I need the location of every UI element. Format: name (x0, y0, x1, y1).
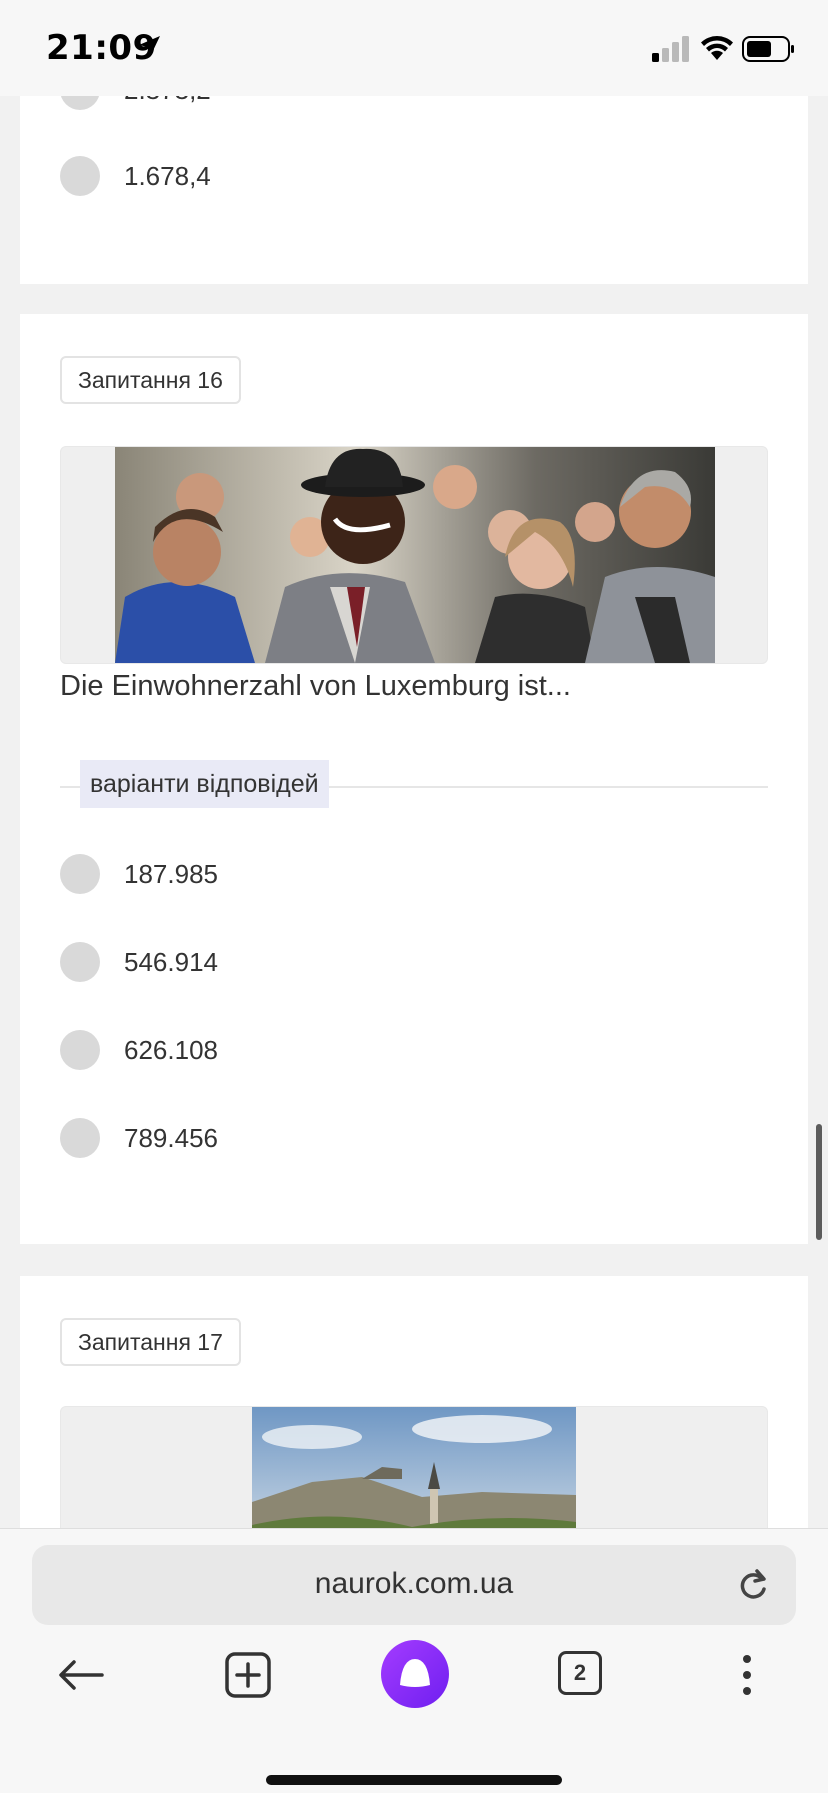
question-number-badge: Запитання 17 (60, 1318, 241, 1366)
alice-assistant-icon[interactable] (380, 1639, 450, 1709)
address-bar[interactable]: naurok.com.ua (32, 1545, 796, 1625)
page-scrollbar[interactable] (816, 1124, 822, 1240)
home-indicator[interactable] (266, 1775, 562, 1785)
answer-option-label: 626.108 (124, 1034, 218, 1065)
answer-option-label: 1.678,4 (124, 160, 211, 191)
radio-button[interactable] (60, 1118, 100, 1158)
answer-option-label: 546.914 (124, 946, 218, 977)
answer-option[interactable]: 789.456 (60, 1118, 218, 1158)
location-arrow-icon (139, 36, 160, 57)
variants-label: варіанти відповідей (80, 760, 329, 808)
reload-icon[interactable] (736, 1567, 770, 1603)
tabs-button[interactable]: 2 (558, 1651, 602, 1695)
question-card-16: Запитання 16 Die Einwohnerzahl von Luxem… (20, 314, 808, 1244)
question-image-frame[interactable] (60, 446, 768, 664)
radio-button[interactable] (60, 1030, 100, 1070)
radio-button[interactable] (60, 942, 100, 982)
answer-option[interactable]: 1.678,4 (60, 156, 211, 196)
question-card-17: Запитання 17 (20, 1276, 808, 1546)
answer-option[interactable]: 546.914 (60, 942, 218, 982)
question-number-badge: Запитання 16 (60, 356, 241, 404)
cellular-signal-icon (652, 36, 689, 62)
question-text: Die Einwohnerzahl von Luxemburg ist... (60, 670, 571, 702)
answer-option-label: 789.456 (124, 1122, 218, 1153)
new-tab-icon[interactable] (224, 1651, 272, 1699)
crowd-photo (115, 447, 715, 663)
radio-button[interactable] (60, 854, 100, 894)
battery-icon (742, 36, 794, 62)
answer-option-label: 187.985 (124, 858, 218, 889)
question-image-frame[interactable] (60, 1406, 768, 1546)
browser-toolbar: naurok.com.ua 2 (0, 1528, 828, 1793)
castle-landscape-photo (252, 1407, 576, 1545)
answer-option[interactable]: 626.108 (60, 1030, 218, 1070)
answer-option[interactable]: 187.985 (60, 854, 218, 894)
wifi-icon (701, 36, 733, 60)
more-menu-icon[interactable] (730, 1651, 764, 1699)
status-bar: 21:09 (0, 0, 828, 96)
back-arrow-icon[interactable] (58, 1651, 106, 1699)
address-bar-url: naurok.com.ua (314, 1567, 514, 1600)
tab-count: 2 (573, 1660, 587, 1685)
radio-button[interactable] (60, 156, 100, 196)
